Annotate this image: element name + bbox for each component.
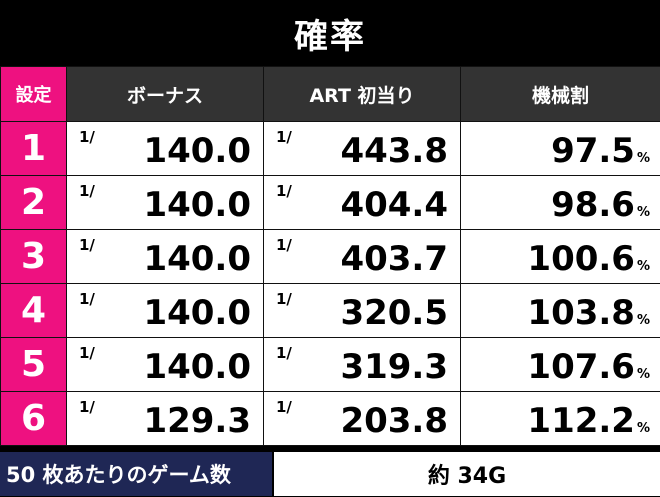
setting-cell: 5 xyxy=(0,337,67,392)
title-bar: 確率 xyxy=(0,0,660,66)
art-value: 403.7 xyxy=(340,239,448,279)
setting-cell: 1 xyxy=(0,121,67,176)
page-title: 確率 xyxy=(294,16,366,57)
percent-unit: % xyxy=(636,421,650,436)
payout-value: 112.2 xyxy=(527,401,635,441)
percent-unit: % xyxy=(636,205,650,220)
art-cell: 1/404.4 xyxy=(263,175,461,230)
bonus-value: 140.0 xyxy=(143,239,251,279)
art-value: 320.5 xyxy=(340,293,448,333)
table-row: 2 1/140.0 1/404.4 98.6% xyxy=(0,175,660,230)
fraction-prefix: 1/ xyxy=(276,182,292,200)
art-value: 319.3 xyxy=(340,347,448,387)
fraction-prefix: 1/ xyxy=(79,398,95,416)
probability-table-panel: 確率 設定 ボーナス ART 初当り 機械割 1 1/140.0 1/443.8 97… xyxy=(0,0,660,497)
art-value: 404.4 xyxy=(340,185,448,225)
games-per-50-value: 約 34G xyxy=(274,452,660,496)
bonus-value: 140.0 xyxy=(143,185,251,225)
footer-row: 50 枚あたりのゲーム数 約 34G xyxy=(0,451,660,497)
fraction-prefix: 1/ xyxy=(276,128,292,146)
art-cell: 1/443.8 xyxy=(263,121,461,176)
fraction-prefix: 1/ xyxy=(276,290,292,308)
table-row: 4 1/140.0 1/320.5 103.8% xyxy=(0,283,660,338)
table-row: 1 1/140.0 1/443.8 97.5% xyxy=(0,121,660,176)
payout-wrap: 103.8% xyxy=(527,293,650,333)
payout-value: 100.6 xyxy=(527,239,635,279)
bonus-cell: 1/129.3 xyxy=(66,391,264,446)
percent-unit: % xyxy=(636,151,650,166)
games-per-50-label: 50 枚あたりのゲーム数 xyxy=(0,452,272,496)
fraction-prefix: 1/ xyxy=(276,344,292,362)
setting-cell: 4 xyxy=(0,283,67,338)
table-row: 5 1/140.0 1/319.3 107.6% xyxy=(0,337,660,392)
setting-cell: 6 xyxy=(0,391,67,446)
fraction-prefix: 1/ xyxy=(79,182,95,200)
bonus-cell: 1/140.0 xyxy=(66,283,264,338)
payout-cell: 98.6% xyxy=(460,175,660,230)
bonus-value: 129.3 xyxy=(143,401,251,441)
bonus-cell: 1/140.0 xyxy=(66,229,264,284)
payout-value: 103.8 xyxy=(527,293,635,333)
bonus-cell: 1/140.0 xyxy=(66,175,264,230)
table-body: 1 1/140.0 1/443.8 97.5% 2 1/140.0 1/404.4 98.6%… xyxy=(0,121,660,446)
bonus-value: 140.0 xyxy=(143,131,251,171)
header-bonus: ボーナス xyxy=(66,66,264,122)
art-cell: 1/319.3 xyxy=(263,337,461,392)
payout-cell: 97.5% xyxy=(460,121,660,176)
table-header-row: 設定 ボーナス ART 初当り 機械割 xyxy=(0,66,660,122)
header-art: ART 初当り xyxy=(263,66,461,122)
payout-wrap: 98.6% xyxy=(551,185,650,225)
payout-wrap: 97.5% xyxy=(551,131,650,171)
fraction-prefix: 1/ xyxy=(79,290,95,308)
art-cell: 1/403.7 xyxy=(263,229,461,284)
header-payout: 機械割 xyxy=(460,66,660,122)
payout-value: 107.6 xyxy=(527,347,635,387)
payout-cell: 103.8% xyxy=(460,283,660,338)
setting-cell: 2 xyxy=(0,175,67,230)
bonus-value: 140.0 xyxy=(143,347,251,387)
table-row: 6 1/129.3 1/203.8 112.2% xyxy=(0,391,660,446)
payout-cell: 107.6% xyxy=(460,337,660,392)
setting-cell: 3 xyxy=(0,229,67,284)
payout-cell: 112.2% xyxy=(460,391,660,446)
payout-cell: 100.6% xyxy=(460,229,660,284)
table-row: 3 1/140.0 1/403.7 100.6% xyxy=(0,229,660,284)
fraction-prefix: 1/ xyxy=(79,344,95,362)
art-cell: 1/320.5 xyxy=(263,283,461,338)
art-value: 443.8 xyxy=(340,131,448,171)
percent-unit: % xyxy=(636,259,650,274)
payout-value: 98.6 xyxy=(551,185,635,225)
payout-wrap: 100.6% xyxy=(527,239,650,279)
payout-value: 97.5 xyxy=(551,131,635,171)
bonus-cell: 1/140.0 xyxy=(66,121,264,176)
bonus-value: 140.0 xyxy=(143,293,251,333)
fraction-prefix: 1/ xyxy=(79,236,95,254)
probability-table: 設定 ボーナス ART 初当り 機械割 1 1/140.0 1/443.8 97.5%… xyxy=(0,66,660,446)
bonus-cell: 1/140.0 xyxy=(66,337,264,392)
fraction-prefix: 1/ xyxy=(276,236,292,254)
payout-wrap: 107.6% xyxy=(527,347,650,387)
percent-unit: % xyxy=(636,313,650,328)
fraction-prefix: 1/ xyxy=(276,398,292,416)
payout-wrap: 112.2% xyxy=(527,401,650,441)
art-cell: 1/203.8 xyxy=(263,391,461,446)
art-value: 203.8 xyxy=(340,401,448,441)
header-setting: 設定 xyxy=(0,66,67,122)
percent-unit: % xyxy=(636,367,650,382)
fraction-prefix: 1/ xyxy=(79,128,95,146)
